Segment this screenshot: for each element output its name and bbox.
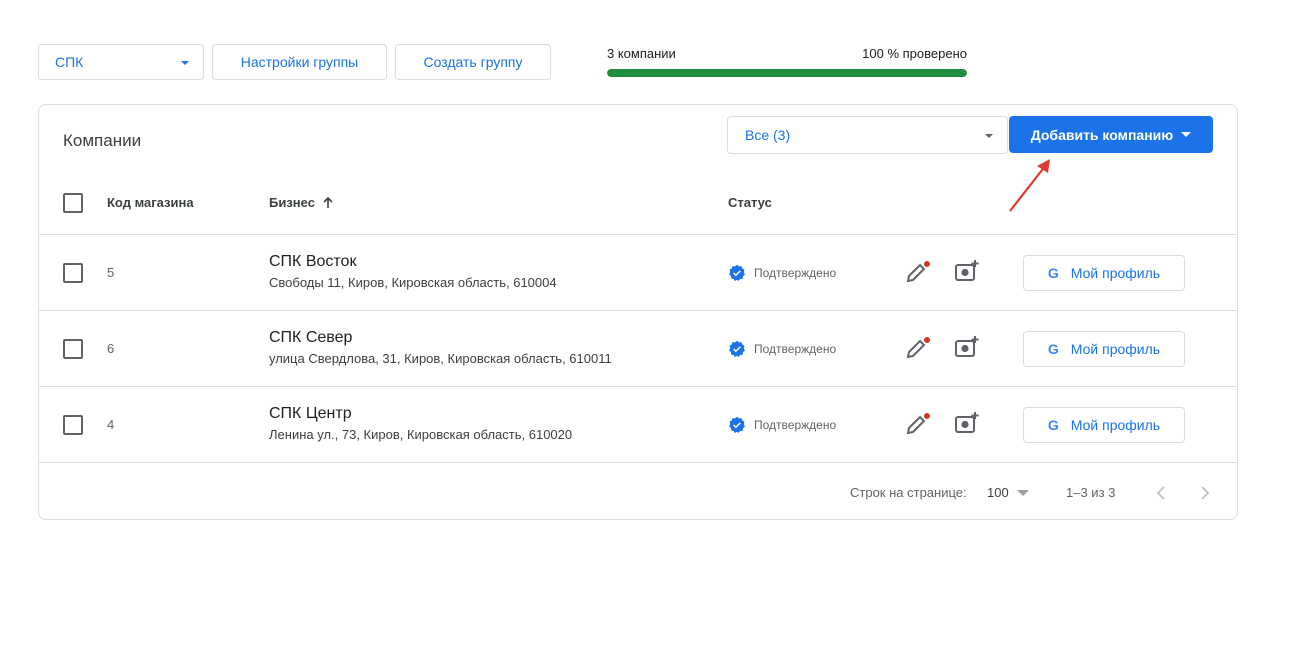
prev-page-button[interactable] — [1149, 481, 1173, 505]
table-footer-divider — [39, 462, 1237, 463]
dropdown-caret-icon — [985, 134, 993, 138]
my-profile-label: Мой профиль — [1070, 341, 1161, 357]
verified-badge-icon — [729, 416, 745, 433]
status: Подтверждено — [728, 264, 836, 282]
store-code: 5 — [107, 265, 115, 280]
business-name[interactable]: СПК Центр — [269, 405, 352, 423]
my-profile-button[interactable]: G Мой профиль — [1023, 255, 1185, 291]
status: Подтверждено — [728, 416, 836, 434]
verified-badge-icon — [729, 264, 745, 281]
pencil-icon[interactable] — [905, 260, 931, 284]
my-profile-button[interactable]: G Мой профиль — [1023, 331, 1185, 367]
add-photo-icon[interactable] — [954, 411, 980, 435]
table-row: 4 СПК Центр Ленина ул., 73, Киров, Киров… — [39, 386, 1237, 462]
add-photo-icon[interactable] — [954, 259, 980, 283]
rows-per-page-select[interactable]: 100 — [987, 485, 1029, 500]
header-store-code[interactable]: Код магазина — [107, 195, 194, 210]
companies-count: 3 компании — [607, 46, 676, 61]
red-arrow-icon — [1009, 159, 1050, 212]
dropdown-caret-icon — [181, 61, 189, 65]
create-group-button[interactable]: Создать группу — [395, 44, 551, 80]
row-checkbox[interactable] — [63, 263, 83, 283]
card-title: Компании — [63, 131, 142, 150]
google-g-icon: G — [1047, 341, 1059, 357]
pencil-icon[interactable] — [905, 336, 931, 360]
business-address: улица Свердлова, 31, Киров, Кировская об… — [269, 351, 612, 366]
row-checkbox[interactable] — [63, 415, 83, 435]
google-g-icon: G — [1047, 417, 1059, 433]
my-profile-label: Мой профиль — [1070, 417, 1161, 433]
pencil-icon[interactable] — [905, 412, 931, 436]
header-business-label: Бизнес — [269, 195, 315, 210]
filter-select[interactable]: Все (3) — [727, 116, 1008, 154]
chevron-right-icon — [1201, 486, 1210, 500]
verified-percent: 100 % проверено — [862, 46, 967, 61]
page-range: 1–3 из 3 — [1066, 485, 1116, 500]
add-company-button[interactable]: Добавить компанию — [1009, 116, 1213, 153]
header-status-label: Статус — [728, 195, 772, 210]
next-page-button[interactable] — [1193, 481, 1217, 505]
status-label: Подтверждено — [754, 418, 837, 432]
verification-progress: 3 компании 100 % проверено — [607, 46, 967, 77]
add-photo-icon[interactable] — [954, 335, 980, 359]
verified-badge-icon — [729, 340, 745, 357]
arrow-up-icon — [323, 196, 333, 208]
header-business[interactable]: Бизнес — [269, 195, 335, 210]
my-profile-button[interactable]: G Мой профиль — [1023, 407, 1185, 443]
status-label: Подтверждено — [754, 342, 837, 356]
rows-per-page-label: Строк на странице: — [850, 485, 967, 500]
store-code: 4 — [107, 417, 115, 432]
filter-select-value: Все (3) — [745, 127, 791, 143]
progress-track — [607, 69, 967, 77]
add-company-label: Добавить компанию — [1030, 126, 1174, 143]
table-row: 6 СПК Север улица Свердлова, 31, Киров, … — [39, 310, 1237, 386]
group-select[interactable]: СПК — [38, 44, 204, 80]
business-address: Ленина ул., 73, Киров, Кировская область… — [269, 427, 573, 442]
rows-per-page-value: 100 — [987, 485, 1009, 500]
select-all-checkbox[interactable] — [63, 193, 83, 213]
business-name[interactable]: СПК Север — [269, 329, 352, 347]
dropdown-caret-icon — [1016, 489, 1029, 496]
table-row: 5 СПК Восток Свободы 11, Киров, Кировска… — [39, 234, 1237, 310]
dropdown-caret-icon — [1181, 132, 1192, 137]
business-name[interactable]: СПК Восток — [269, 253, 356, 271]
my-profile-label: Мой профиль — [1070, 265, 1161, 281]
header-store-code-label: Код магазина — [107, 195, 194, 210]
chevron-left-icon — [1156, 486, 1165, 500]
business-address: Свободы 11, Киров, Кировская область, 61… — [269, 275, 557, 290]
status: Подтверждено — [728, 340, 836, 358]
store-code: 6 — [107, 341, 115, 356]
row-checkbox[interactable] — [63, 339, 83, 359]
group-settings-button[interactable]: Настройки группы — [212, 44, 387, 80]
group-select-value: СПК — [55, 54, 84, 70]
progress-fill — [607, 69, 967, 77]
google-g-icon: G — [1047, 265, 1059, 281]
header-status: Статус — [728, 195, 772, 210]
status-label: Подтверждено — [754, 266, 837, 280]
